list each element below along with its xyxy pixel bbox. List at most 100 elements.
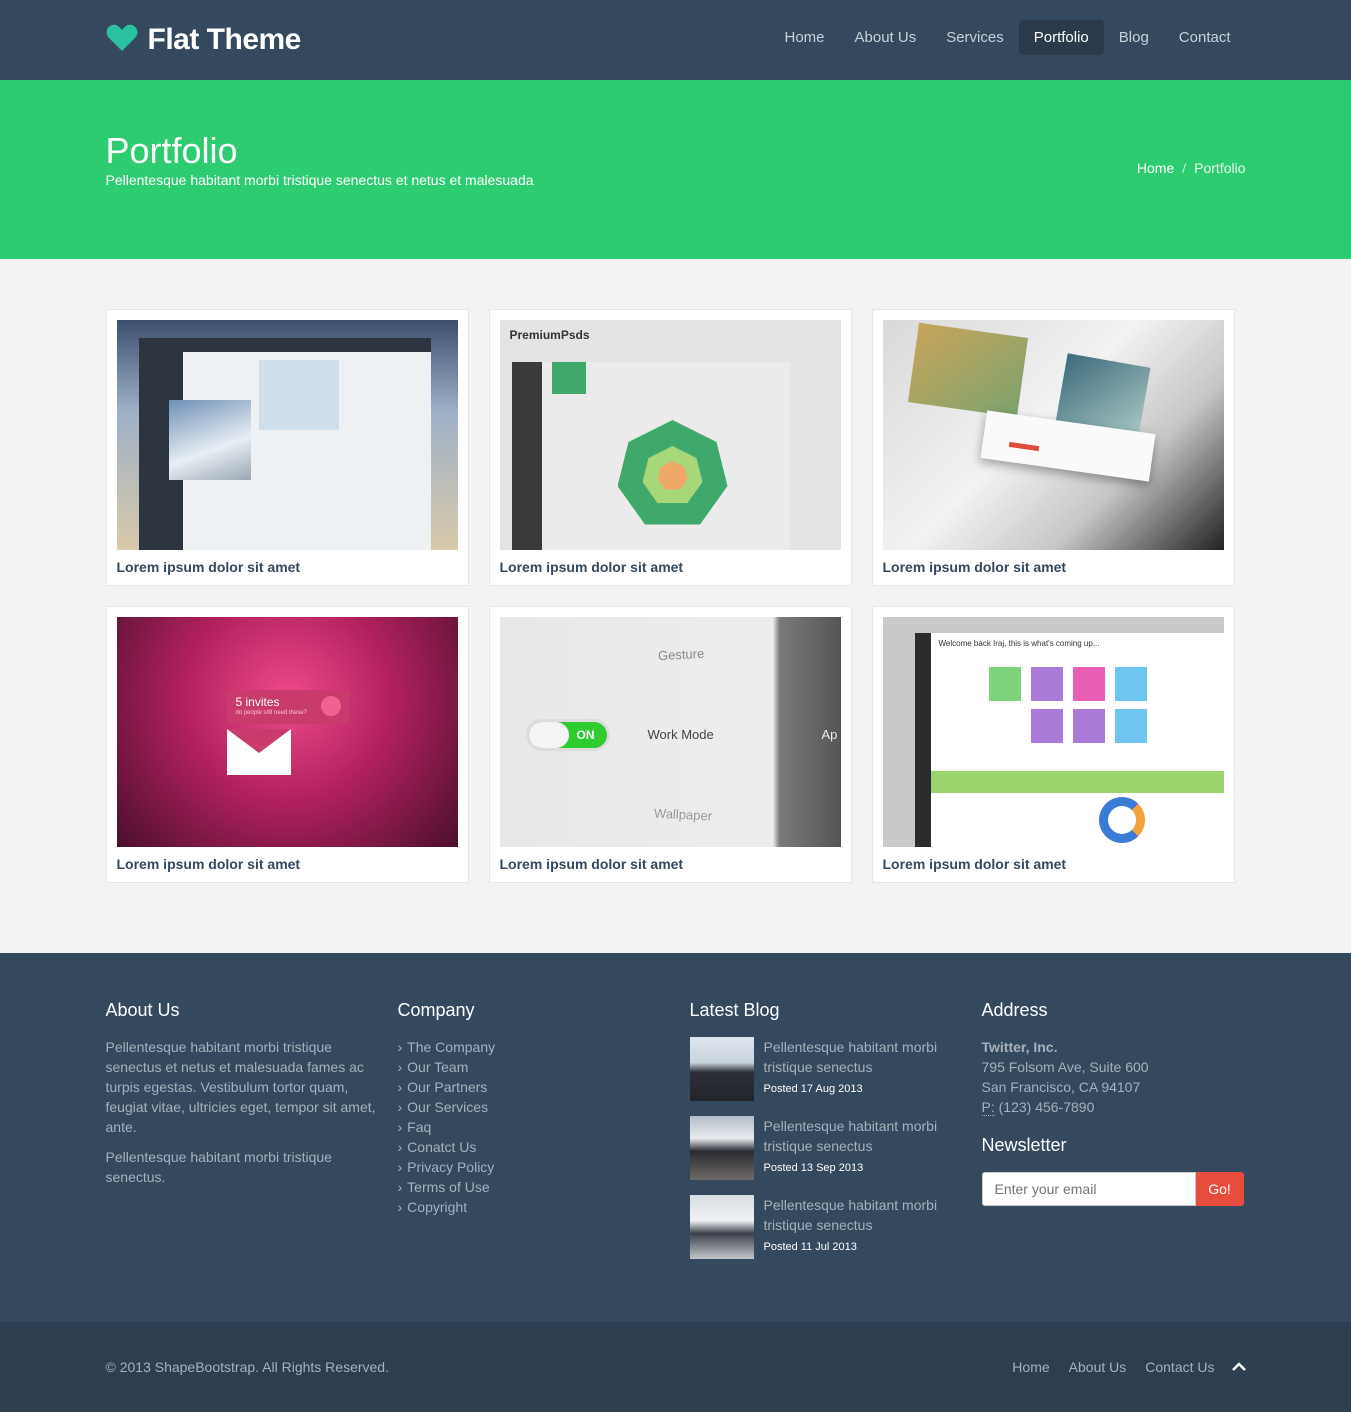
blog-post-title[interactable]: Pellentesque habitant morbi tristique se… (764, 1037, 982, 1077)
portfolio-item-title[interactable]: Lorem ipsum dolor sit amet (500, 856, 841, 872)
portfolio-item-title[interactable]: Lorem ipsum dolor sit amet (500, 559, 841, 575)
map-mockup (258, 360, 339, 430)
company-link[interactable]: The Company (398, 1037, 690, 1057)
company-link[interactable]: Terms of Use (398, 1177, 690, 1197)
blog-post[interactable]: Pellentesque habitant morbi tristique se… (689, 1116, 982, 1180)
invite-text: 5 invites (235, 695, 280, 709)
company-link[interactable]: Conatct Us (398, 1137, 690, 1157)
portfolio-thumbnail[interactable] (116, 320, 458, 550)
calendar-tile (1030, 667, 1063, 701)
portfolio-thumbnail[interactable] (882, 320, 1224, 550)
newsletter-email-input[interactable] (981, 1172, 1196, 1206)
dribbble-icon (320, 696, 341, 716)
portfolio-item-title[interactable]: Lorem ipsum dolor sit amet (883, 856, 1224, 872)
calendar-sidebar (914, 633, 931, 847)
bottom-link-about-us[interactable]: About Us (1069, 1359, 1127, 1375)
breadcrumb-home[interactable]: Home (1137, 160, 1174, 176)
page-subtitle: Pellentesque habitant morbi tristique se… (105, 172, 534, 188)
calendar-window (914, 633, 1224, 847)
toggle-knob (528, 722, 569, 748)
footer-address: Address Twitter, Inc. 795 Folsom Ave, Su… (981, 1000, 1246, 1274)
blog-thumbnail[interactable] (689, 1037, 754, 1101)
company-link[interactable]: Our Team (398, 1057, 690, 1077)
invite-subtext: do people still need these? (235, 710, 307, 716)
page-title-band: Portfolio Pellentesque habitant morbi tr… (0, 80, 1351, 259)
address-line: San Francisco, CA 94107 (981, 1079, 1141, 1095)
calendar-heading: Welcome back Iraj, this is what's coming… (938, 639, 1100, 648)
album-art (907, 322, 1028, 418)
brand-name: Flat Theme (147, 23, 302, 56)
address-block: Twitter, Inc. 795 Folsom Ave, Suite 600 … (981, 1037, 1246, 1117)
bottom-link-contact-us[interactable]: Contact Us (1145, 1359, 1214, 1375)
dial-label-right: Ap (821, 727, 838, 742)
dial-label-bottom: Wallpaper (653, 805, 712, 824)
portfolio-item[interactable]: 5 invites do people still need these? Lo… (105, 606, 469, 883)
site-header: Flat Theme Home About Us Services Portfo… (0, 0, 1351, 80)
footer-about-text: Pellentesque habitant morbi tristique se… (105, 1039, 376, 1135)
breadcrumb-separator: / (1182, 160, 1187, 176)
bottom-nav: Home About Us Contact Us (1012, 1359, 1246, 1375)
nav-contact[interactable]: Contact (1164, 20, 1246, 55)
portfolio-grid: Lorem ipsum dolor sit amet PremiumPsds L… (105, 309, 1246, 883)
campaign-banner (930, 771, 1224, 793)
blog-post[interactable]: Pellentesque habitant morbi tristique se… (689, 1037, 982, 1101)
portfolio-thumbnail[interactable]: PremiumPsds (499, 320, 841, 550)
portfolio-item[interactable]: Gesture ON Work Mode Wallpaper Ap Lorem … (488, 606, 852, 883)
company-link[interactable]: Our Partners (398, 1077, 690, 1097)
thumb-logo-text: PremiumPsds (509, 328, 590, 342)
portfolio-thumbnail[interactable]: Gesture ON Work Mode Wallpaper Ap (499, 617, 841, 847)
portfolio-section: Lorem ipsum dolor sit amet PremiumPsds L… (0, 259, 1351, 953)
nav-services[interactable]: Services (931, 20, 1019, 55)
footer-address-heading: Address (981, 1000, 1048, 1020)
portfolio-item[interactable]: Lorem ipsum dolor sit amet (871, 309, 1235, 586)
copyright-text: © 2013 ShapeBootstrap. All Rights Reserv… (105, 1359, 389, 1375)
blog-post-date: Posted 11 Jul 2013 (763, 1241, 857, 1253)
company-link[interactable]: Faq (398, 1117, 690, 1137)
blog-post-date: Posted 17 Aug 2013 (763, 1083, 863, 1095)
blog-thumbnail[interactable] (689, 1116, 754, 1180)
calendar-tile (988, 667, 1021, 701)
footer-about-text: Pellentesque habitant morbi tristique se… (105, 1149, 332, 1185)
company-link[interactable]: Our Services (398, 1097, 690, 1117)
newsletter-submit-button[interactable]: Go! (1195, 1172, 1244, 1206)
blog-thumbnail[interactable] (689, 1195, 754, 1259)
address-line: 795 Folsom Ave, Suite 600 (981, 1059, 1149, 1075)
footer-blog-heading: Latest Blog (689, 1000, 780, 1020)
portfolio-item[interactable]: PremiumPsds Lorem ipsum dolor sit amet (488, 309, 852, 586)
mockup-topbar (182, 338, 431, 352)
footer-about: About Us Pellentesque habitant morbi tri… (106, 1000, 398, 1274)
chevron-up-icon[interactable] (1231, 1359, 1246, 1375)
nav-home[interactable]: Home (769, 20, 839, 55)
brand-logo[interactable]: Flat Theme (106, 23, 301, 57)
bottom-link-home[interactable]: Home (1012, 1359, 1049, 1375)
portfolio-thumbnail[interactable]: 5 invites do people still need these? (116, 617, 458, 847)
bottom-bar: © 2013 ShapeBootstrap. All Rights Reserv… (0, 1322, 1351, 1412)
newsletter-heading: Newsletter (981, 1135, 1067, 1155)
blog-post-title[interactable]: Pellentesque habitant morbi tristique se… (764, 1116, 982, 1156)
portfolio-item[interactable]: Lorem ipsum dolor sit amet (105, 309, 469, 586)
calendar-tile (1114, 667, 1147, 701)
calendar-tile (1072, 709, 1105, 743)
company-link[interactable]: Copyright (398, 1197, 690, 1217)
portfolio-item-title[interactable]: Lorem ipsum dolor sit amet (117, 559, 458, 575)
dial-label-main: Work Mode (647, 727, 714, 742)
blog-post[interactable]: Pellentesque habitant morbi tristique se… (689, 1195, 982, 1259)
calendar-tile (1114, 709, 1147, 743)
donut-chart-icon (1098, 797, 1145, 843)
blog-post-date: Posted 13 Sep 2013 (763, 1162, 864, 1174)
nav-blog[interactable]: Blog (1104, 20, 1164, 55)
portfolio-item[interactable]: Welcome back Iraj, this is what's coming… (871, 606, 1235, 883)
newsletter-form: Go! (981, 1172, 1246, 1206)
toggle-label: ON (576, 728, 595, 742)
blog-post-title[interactable]: Pellentesque habitant morbi tristique se… (764, 1195, 982, 1235)
main-nav: Home About Us Services Portfolio Blog Co… (769, 19, 1246, 55)
footer-about-heading: About Us (105, 1000, 180, 1020)
phone-label: P: (981, 1099, 995, 1116)
company-link[interactable]: Privacy Policy (398, 1157, 690, 1177)
portfolio-thumbnail[interactable]: Welcome back Iraj, this is what's coming… (882, 617, 1224, 847)
phone-number: (123) 456-7890 (998, 1099, 1095, 1115)
nav-about-us[interactable]: About Us (840, 20, 932, 55)
nav-portfolio[interactable]: Portfolio (1018, 19, 1104, 55)
portfolio-item-title[interactable]: Lorem ipsum dolor sit amet (117, 856, 458, 872)
portfolio-item-title[interactable]: Lorem ipsum dolor sit amet (883, 559, 1224, 575)
